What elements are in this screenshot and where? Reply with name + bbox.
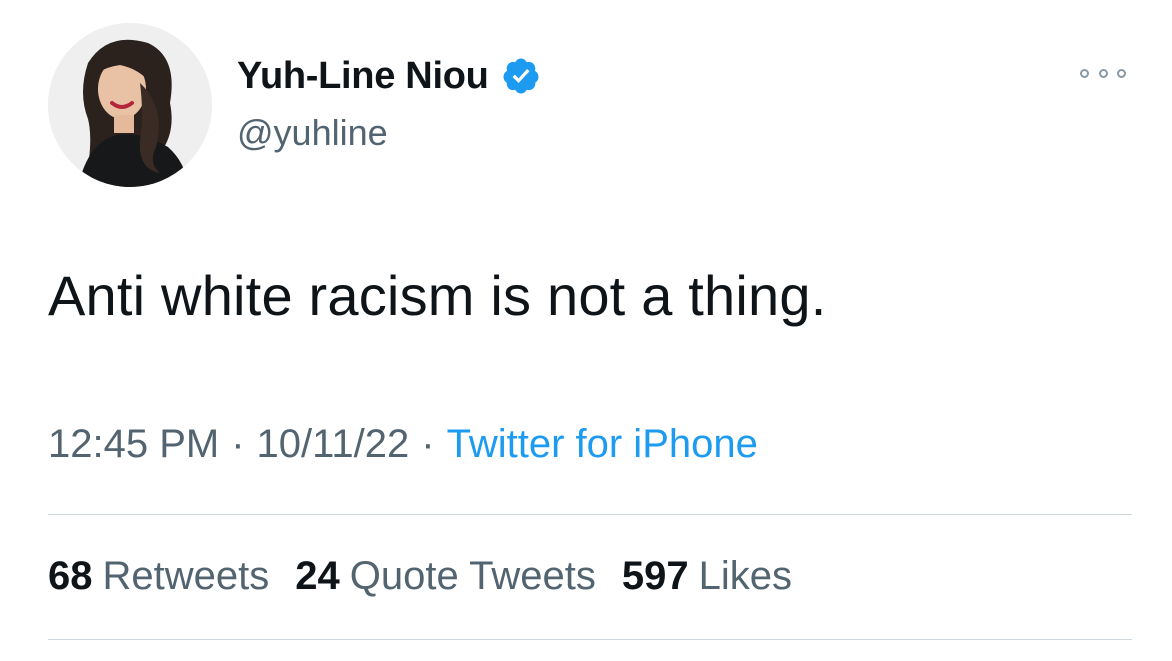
retweets-count: 68 bbox=[48, 554, 93, 598]
quote-tweets-label: Quote Tweets bbox=[349, 554, 596, 598]
tweet-card: Yuh-Line Niou @yuhline Anti white racism… bbox=[0, 0, 1172, 661]
likes-count: 597 bbox=[621, 554, 689, 598]
divider bbox=[48, 639, 1132, 640]
retweets-stat[interactable]: 68 Retweets bbox=[48, 554, 269, 599]
likes-label: Likes bbox=[698, 554, 792, 598]
meta-separator: · bbox=[231, 422, 245, 466]
retweets-label: Retweets bbox=[102, 554, 270, 598]
verified-badge-icon bbox=[501, 56, 541, 96]
tweet-meta: 12:45 PM · 10/11/22 · Twitter for iPhone bbox=[48, 422, 758, 467]
tweet-date[interactable]: 10/11/22 bbox=[257, 422, 410, 467]
author-display-name[interactable]: Yuh-Line Niou bbox=[237, 55, 489, 98]
tweet-time[interactable]: 12:45 PM bbox=[48, 422, 219, 467]
tweet-text: Anti white racism is not a thing. bbox=[48, 264, 827, 327]
more-dot bbox=[1080, 68, 1089, 78]
author-handle[interactable]: @yuhline bbox=[237, 112, 388, 154]
divider bbox=[48, 514, 1132, 515]
tweet-source-link[interactable]: Twitter for iPhone bbox=[447, 422, 758, 467]
more-options-icon[interactable] bbox=[1080, 62, 1126, 84]
more-dot bbox=[1098, 68, 1108, 78]
more-dot bbox=[1117, 68, 1126, 78]
tweet-stats: 68 Retweets 24 Quote Tweets 597 Likes bbox=[48, 554, 818, 599]
author-name-row: Yuh-Line Niou bbox=[237, 50, 541, 102]
avatar[interactable] bbox=[48, 23, 212, 187]
meta-separator: · bbox=[421, 422, 435, 466]
likes-stat[interactable]: 597 Likes bbox=[622, 554, 792, 599]
avatar-photo bbox=[48, 23, 212, 187]
quote-tweets-stat[interactable]: 24 Quote Tweets bbox=[295, 554, 596, 599]
quote-tweets-count: 24 bbox=[295, 554, 340, 598]
